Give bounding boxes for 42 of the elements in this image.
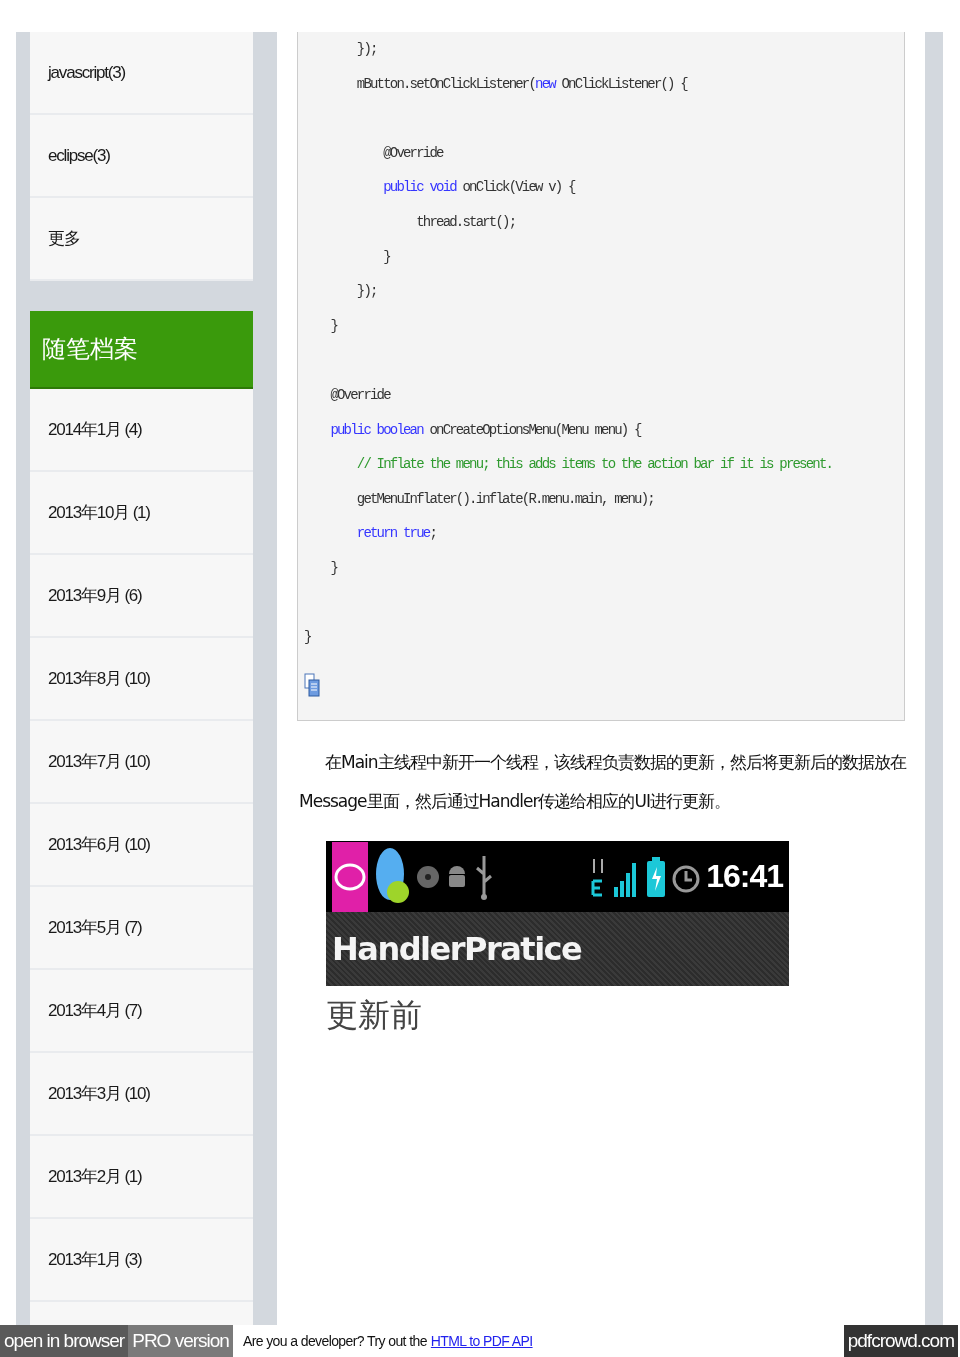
code-line: }); <box>355 40 378 59</box>
code-line: } <box>329 558 339 578</box>
code-line: }); <box>355 282 378 302</box>
android-icon <box>446 863 468 890</box>
archive-heading: 随笔档案 <box>30 311 253 389</box>
music-app-icon <box>332 841 368 912</box>
app-title: HandlerPratice <box>332 930 582 968</box>
code-line: } <box>382 247 391 267</box>
usb-icon <box>474 853 494 900</box>
code-line: mButton.setOnClickListener(new OnClickListener() { <box>355 74 689 94</box>
code-line: return true; <box>355 524 438 544</box>
code-line: public boolean onCreateOptionsMenu(Menu menu) { <box>329 420 643 440</box>
archive-link[interactable]: 2013年4月 (7) <box>30 970 253 1053</box>
archive-link[interactable]: 2013年7月 (10) <box>30 721 253 804</box>
code-line: } <box>329 316 339 336</box>
disc-icon <box>416 864 440 889</box>
battery-icon <box>646 856 667 897</box>
code-line: } <box>304 628 312 648</box>
code-line: public void onClick(View v) { <box>382 178 577 198</box>
archive-link[interactable]: 2013年10月 (1) <box>30 472 253 555</box>
code-line: getMenuInflater().inflate(R.menu.main, menu); <box>355 489 655 509</box>
archive-link[interactable]: 2013年5月 (7) <box>30 887 253 970</box>
code-line: @Override <box>382 143 445 163</box>
code-line: thread.start(); <box>415 212 517 232</box>
article-paragraph: 在Main主线程中新开一个线程，该线程负责数据的更新，然后将更新后的数据放在Message里面，然后通过Handler传递给相应的UI进行更新。 <box>299 751 908 813</box>
promo-text: Are you a developer? Try out the <box>242 1332 427 1351</box>
code-line: @Override <box>329 385 392 405</box>
archive-link[interactable]: 2013年3月 (10) <box>30 1053 253 1136</box>
pro-version-button[interactable]: PRO version <box>128 1325 233 1357</box>
open-in-browser-button[interactable]: open in browser <box>0 1325 129 1357</box>
image-caption: 更新前 <box>326 996 422 1035</box>
code-line: // Inflate the menu; this adds items to the action bar if it is present. <box>355 455 834 475</box>
archive-link[interactable]: 2014年1月 (4) <box>30 389 253 472</box>
copy-code-icon[interactable] <box>304 672 320 697</box>
archive-link[interactable]: 2013年1月 (3) <box>30 1219 253 1302</box>
pdf-api-link[interactable]: HTML to PDF API <box>430 1333 533 1349</box>
clock-time: 16:41 <box>706 858 783 895</box>
archive-link[interactable]: 2013年2月 (1) <box>30 1136 253 1219</box>
brand-button[interactable]: pdfcrowd.com <box>843 1325 958 1357</box>
archive-link[interactable]: 2013年9月 (6) <box>30 555 253 638</box>
archive-link[interactable]: 2013年6月 (10) <box>30 804 253 887</box>
archive-link[interactable]: 2013年8月 (10) <box>30 638 253 721</box>
